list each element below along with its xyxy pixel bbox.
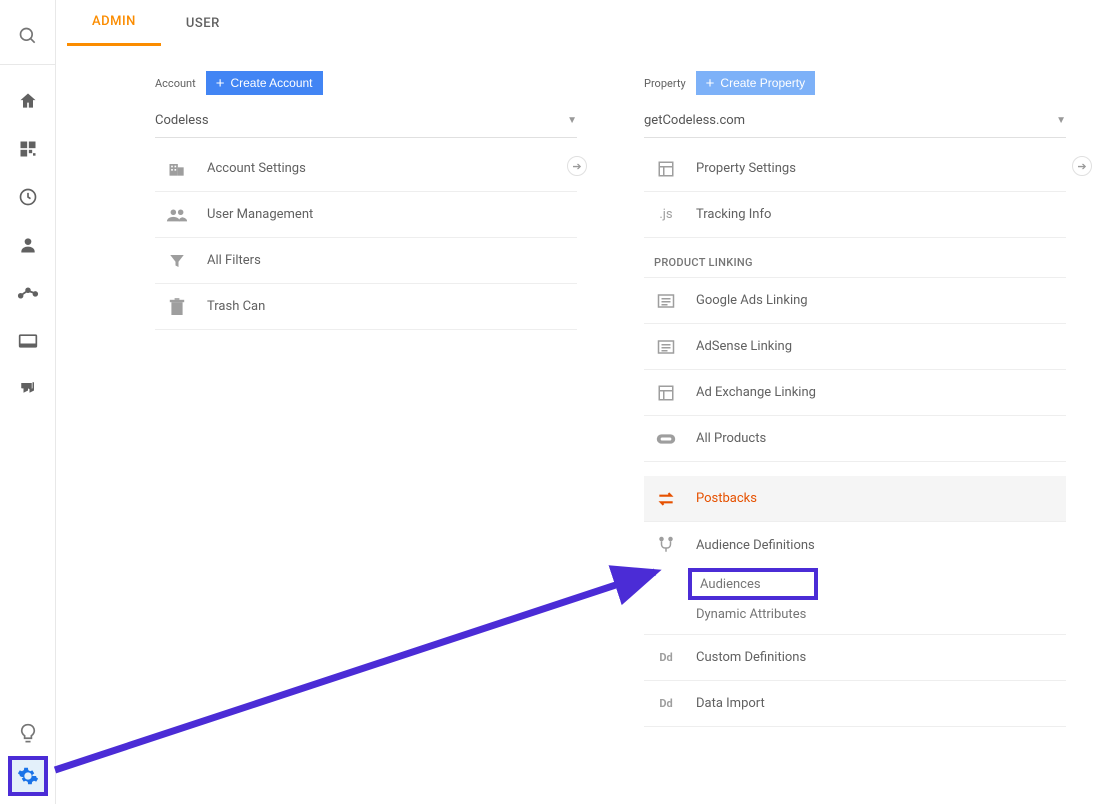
layout-icon (654, 381, 678, 405)
layout-icon (654, 157, 678, 181)
list-icon (654, 289, 678, 313)
conversions-icon[interactable] (16, 377, 40, 401)
user-management-item[interactable]: User Management (155, 192, 577, 238)
postback-icon (654, 487, 678, 511)
collapse-right-icon[interactable]: ➔ (1072, 156, 1092, 176)
custom-definitions-item[interactable]: Dd Custom Definitions (644, 635, 1066, 681)
discover-icon[interactable] (16, 722, 40, 746)
behavior-icon[interactable] (16, 329, 40, 353)
audience-icon[interactable] (16, 233, 40, 257)
trash-icon (165, 295, 189, 319)
dd-icon: Dd (654, 692, 678, 716)
admin-gear-highlighted[interactable] (8, 756, 48, 796)
customization-icon[interactable] (16, 137, 40, 161)
tracking-info-item[interactable]: .js Tracking Info (644, 192, 1066, 238)
caret-down-icon: ▼ (1056, 115, 1066, 126)
data-import-item[interactable]: Dd Data Import (644, 681, 1066, 727)
search-icon[interactable] (16, 24, 40, 48)
account-column: Account +Create Account Codeless ▼ ➔ Acc… (155, 68, 577, 727)
property-settings-item[interactable]: Property Settings (644, 146, 1066, 192)
property-selector[interactable]: getCodeless.com ▼ (644, 104, 1066, 138)
account-settings-item[interactable]: Account Settings (155, 146, 577, 192)
divider (0, 64, 56, 65)
product-linking-label: PRODUCT LINKING (644, 238, 1066, 278)
google-ads-linking-item[interactable]: Google Ads Linking (644, 278, 1066, 324)
tab-user[interactable]: USER (161, 0, 245, 46)
all-products-item[interactable]: All Products (644, 416, 1066, 462)
create-property-button[interactable]: +Create Property (696, 71, 815, 95)
filter-icon (165, 249, 189, 273)
audience-definitions-item[interactable]: Audience Definitions (644, 522, 1066, 568)
caret-down-icon: ▼ (567, 115, 577, 126)
link-icon (654, 427, 678, 451)
top-tabs: ADMIN USER (67, 0, 245, 46)
plus-icon: + (706, 76, 715, 91)
account-selected: Codeless (155, 113, 209, 128)
property-column: Property +Create Property getCodeless.co… (644, 68, 1066, 727)
postbacks-item[interactable]: Postbacks (644, 476, 1066, 522)
dd-icon: Dd (654, 646, 678, 670)
property-selected: getCodeless.com (644, 113, 745, 128)
home-icon[interactable] (16, 89, 40, 113)
account-selector[interactable]: Codeless ▼ (155, 104, 577, 138)
left-nav-rail (0, 0, 56, 804)
all-filters-item[interactable]: All Filters (155, 238, 577, 284)
list-icon (654, 335, 678, 359)
trash-can-item[interactable]: Trash Can (155, 284, 577, 330)
plus-icon: + (216, 76, 225, 91)
branch-icon (654, 533, 678, 557)
building-icon (165, 157, 189, 181)
audiences-subitem-highlighted[interactable]: Audiences (688, 568, 818, 600)
account-label: Account (155, 77, 196, 90)
acquisition-icon[interactable] (16, 281, 40, 305)
collapse-right-icon[interactable]: ➔ (567, 156, 587, 176)
adsense-linking-item[interactable]: AdSense Linking (644, 324, 1066, 370)
realtime-icon[interactable] (16, 185, 40, 209)
property-label: Property (644, 77, 686, 90)
people-icon (165, 203, 189, 227)
js-icon: .js (654, 203, 678, 227)
ad-exchange-linking-item[interactable]: Ad Exchange Linking (644, 370, 1066, 416)
tab-admin[interactable]: ADMIN (67, 0, 161, 46)
dynamic-attributes-subitem[interactable]: Dynamic Attributes (696, 600, 1066, 628)
create-account-button[interactable]: +Create Account (206, 71, 323, 95)
